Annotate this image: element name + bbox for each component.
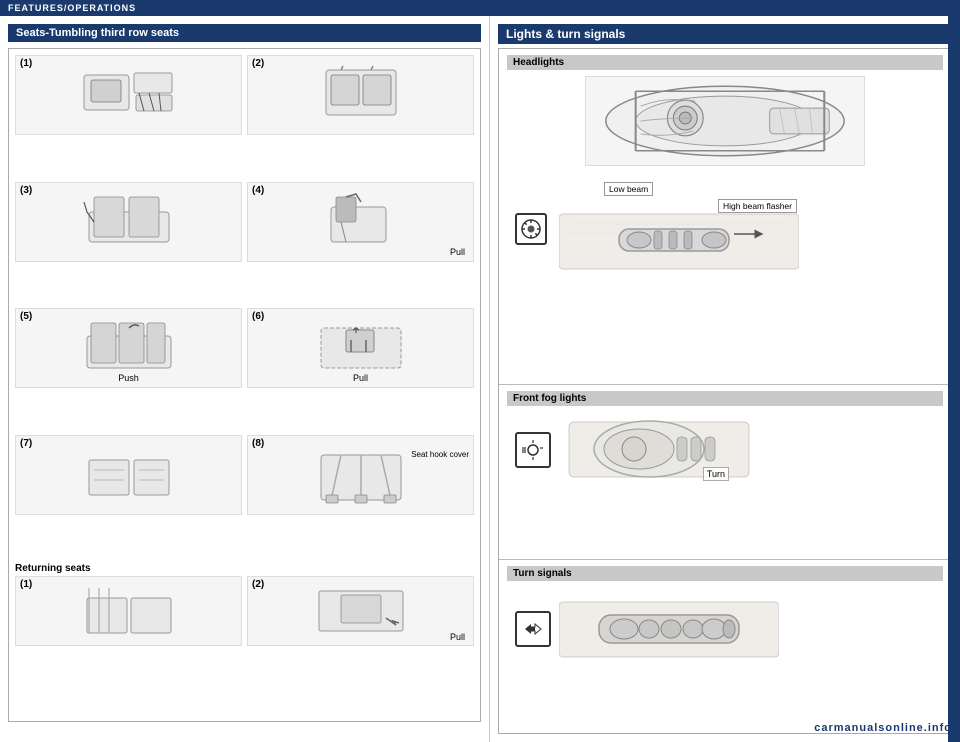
- headlights-title: Headlights: [507, 55, 943, 70]
- return-step-2: (2) Pull: [247, 576, 474, 646]
- turn-row: [507, 587, 943, 672]
- return-1-label: (1): [20, 579, 32, 590]
- low-beam-label: Low beam: [604, 182, 653, 196]
- fog-row: Turn: [507, 412, 943, 487]
- returning-seats-section: Returning seats (1): [15, 563, 474, 646]
- step-5-illustration: [79, 318, 179, 378]
- fog-diagram: Turn: [559, 412, 759, 487]
- seat-step-7: (7): [15, 435, 242, 515]
- lights-section-title: Lights & turn signals: [498, 24, 952, 44]
- seat-step-5: (5) Push: [15, 308, 242, 388]
- seats-content: (1) (2): [8, 48, 481, 722]
- step-4-label: (4): [252, 185, 264, 196]
- turn-diagram: [559, 587, 779, 672]
- turn-switch-icon: [521, 617, 545, 641]
- step-8-illustration: [311, 445, 411, 505]
- step-7-label: (7): [20, 438, 32, 449]
- headlight-icon-badge: [515, 213, 547, 245]
- step-8-label: (8): [252, 438, 264, 449]
- return-2-label: (2): [252, 579, 264, 590]
- return-step-1: (1): [15, 576, 242, 646]
- fog-turn-label: Turn: [703, 467, 729, 481]
- seat-step-4: (4) Pull: [247, 182, 474, 262]
- fog-icon-badge: [515, 432, 551, 468]
- header-label: FEATURES/OPERATIONS: [8, 3, 136, 13]
- seat-step-8: (8) Seat hook cover: [247, 435, 474, 515]
- step-5-sublabel: Push: [118, 373, 139, 383]
- return-2-sublabel: Pull: [450, 632, 465, 642]
- fog-lights-title: Front fog lights: [507, 391, 943, 406]
- step-6-label: (6): [252, 311, 264, 322]
- page-header: FEATURES/OPERATIONS: [0, 0, 960, 16]
- step-8-sublabel: Seat hook cover: [411, 450, 469, 459]
- step-2-label: (2): [252, 58, 264, 69]
- seat-step-3: (3): [15, 182, 242, 262]
- turn-svg: [559, 587, 779, 672]
- turn-signals-subsection: Turn signals: [499, 560, 951, 734]
- step-1-illustration: [79, 65, 179, 125]
- step-4-illustration: [311, 192, 411, 252]
- right-accent-bar: [948, 16, 960, 742]
- watermark: carmanualsonline.info: [814, 722, 952, 734]
- headlight-top-diagram: [585, 76, 865, 166]
- return-2-illustration: [311, 583, 411, 638]
- fog-lights-subsection: Front fog lights: [499, 385, 951, 560]
- step-5-label: (5): [20, 311, 32, 322]
- return-1-illustration: [79, 583, 179, 638]
- step-2-illustration: [311, 65, 411, 125]
- seats-section-title: Seats-Tumbling third row seats: [8, 24, 481, 42]
- fog-svg: [559, 412, 759, 487]
- left-panel: Seats-Tumbling third row seats (1): [0, 16, 490, 742]
- stalk-diagram: Low beam High beam flasher: [559, 174, 799, 284]
- step-7-illustration: [79, 445, 179, 505]
- headlight-switch-icon: [520, 218, 542, 240]
- fog-switch-icon: [521, 438, 545, 462]
- stalk-svg: [559, 174, 799, 284]
- turn-signals-title: Turn signals: [507, 566, 943, 581]
- seat-step-1: (1): [15, 55, 242, 135]
- step-3-illustration: [79, 192, 179, 252]
- headlight-svg: [586, 76, 864, 166]
- seat-step-6: (6) Pull: [247, 308, 474, 388]
- right-panel: Lights & turn signals Headlights: [490, 16, 960, 742]
- lights-content: Headlights: [498, 48, 952, 734]
- step-4-sublabel: Pull: [450, 247, 465, 257]
- seat-step-2: (2): [247, 55, 474, 135]
- step-3-label: (3): [20, 185, 32, 196]
- high-beam-flasher-label: High beam flasher: [718, 199, 797, 213]
- turn-icon-badge: [515, 611, 551, 647]
- step-1-label: (1): [20, 58, 32, 69]
- step-6-illustration: [311, 318, 411, 378]
- step-6-sublabel: Pull: [353, 373, 368, 383]
- headlights-subsection: Headlights: [499, 49, 951, 385]
- returning-seats-label: Returning seats: [15, 563, 474, 574]
